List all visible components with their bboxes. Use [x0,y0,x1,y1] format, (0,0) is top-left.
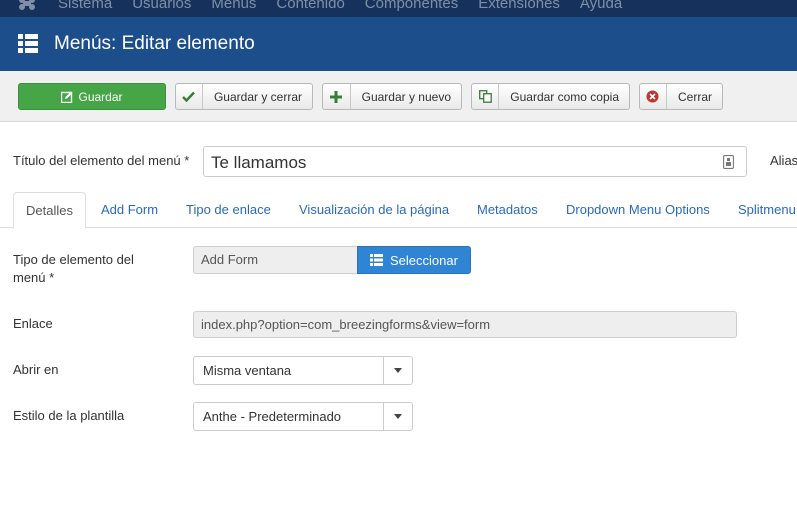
save-new-label: Guardar y nuevo [361,89,451,104]
link-label: Enlace [13,316,53,331]
check-icon [182,91,196,102]
save-button[interactable]: Guardar [18,83,166,110]
tab-dropdown-menu-options[interactable]: Dropdown Menu Options [566,202,710,217]
copy-icon [478,90,492,103]
top-menu-item-ayuda[interactable]: Ayuda [580,0,622,12]
close-label: Cerrar [677,89,712,104]
save-close-button[interactable]: Guardar y cerrar [175,83,313,110]
tab-detalles[interactable]: Detalles [13,192,86,229]
close-button[interactable]: Cerrar [639,83,723,110]
close-icon [646,90,659,103]
menu-item-type-field: Add Form [193,246,358,274]
plus-icon-box [323,84,351,109]
link-field: index.php?option=com_breezingforms&view=… [193,311,737,338]
save-copy-label: Guardar como copia [510,89,619,104]
template-style-select[interactable]: Anthe - Predeterminado [193,402,413,431]
save-new-button[interactable]: Guardar y nuevo [322,83,462,110]
caret-down-icon [394,414,402,419]
page-header: Menús: Editar elemento [0,17,797,71]
open-in-label: Abrir en [13,362,59,377]
top-menu-item-contenido[interactable]: Contenido [276,0,344,12]
list-icon [18,34,38,53]
plus-icon [330,90,343,103]
dropdown-arrow [383,357,412,384]
menu-item-title-label: Título del elemento del menú * [13,153,190,168]
list-icon [370,254,383,266]
check-icon-box [176,84,203,109]
template-style-label: Estilo de la plantilla [13,408,125,423]
save-button-label: Guardar [78,89,123,104]
close-icon-box [640,84,667,109]
top-menu: Sistema Usuarios Menús Contenido Compone… [58,0,642,12]
top-menu-item-sistema[interactable]: Sistema [58,0,112,12]
tab-tipo-de-enlace[interactable]: Tipo de enlace [186,202,271,217]
caret-down-icon [394,368,402,373]
menu-item-title-value: Te llamamos [211,153,307,172]
tab-splitmenu[interactable]: Splitmenu [738,202,796,217]
page-title: Menús: Editar elemento [54,33,255,54]
tab-add-form[interactable]: Add Form [101,202,158,217]
top-menu-item-usuarios[interactable]: Usuarios [132,0,191,12]
save-close-label: Guardar y cerrar [213,89,302,104]
top-navigation-bar: Sistema Usuarios Menús Contenido Compone… [0,0,797,17]
menu-item-type-label-line1: Tipo de elemento del [13,252,134,267]
select-type-button-label: Seleccionar [390,252,458,268]
toolbar: Guardar Guardar y cerrar Guardar y nuevo… [0,71,797,122]
menu-item-title-input[interactable]: Te llamamos [203,146,747,177]
tab-visualizacion-pagina[interactable]: Visualización de la página [299,202,449,217]
template-style-value: Anthe - Predeterminado [203,409,342,424]
top-menu-item-menus[interactable]: Menús [211,0,256,12]
open-in-value: Misma ventana [203,363,292,378]
menu-item-type-label-line2: menú * [13,270,55,285]
language-flag-icon [723,155,734,169]
alias-label: Alias [770,153,797,168]
top-menu-item-componentes[interactable]: Componentes [365,0,458,12]
edit-icon [61,91,73,103]
dropdown-arrow [383,403,412,430]
open-in-select[interactable]: Misma ventana [193,356,413,385]
joomla-logo-icon[interactable] [18,0,36,10]
top-menu-item-extensiones[interactable]: Extensiones [478,0,560,12]
tab-bar: Detalles Add Form Tipo de enlace Visuali… [0,192,797,229]
save-copy-button[interactable]: Guardar como copia [471,83,630,110]
copy-icon-box [472,84,500,109]
menu-item-type-label: Tipo de elemento del menú * [13,251,134,287]
select-type-button[interactable]: Seleccionar [357,246,471,274]
tab-metadatos[interactable]: Metadatos [477,202,538,217]
